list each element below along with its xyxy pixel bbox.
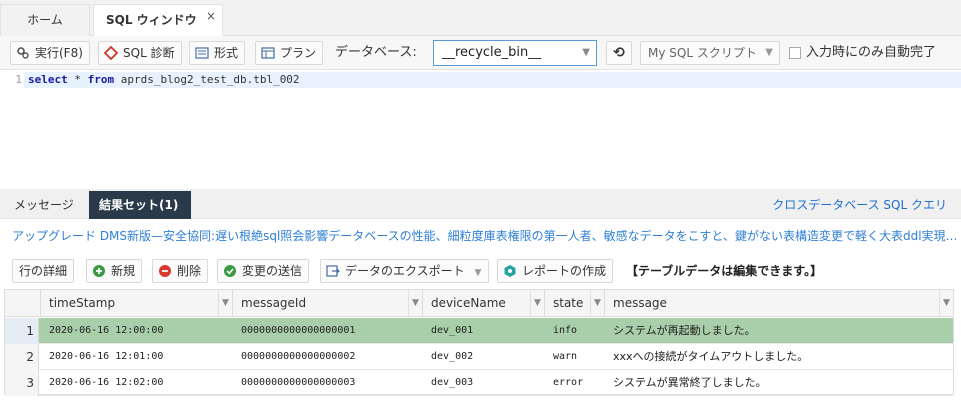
diagnose-icon <box>104 46 118 60</box>
export-icon <box>326 265 340 277</box>
chevron-down-icon: ▼ <box>474 268 482 278</box>
run-icon <box>17 47 29 59</box>
table-cell[interactable]: 0000000000000000001 <box>233 318 423 344</box>
plan-label: プラン <box>280 46 317 60</box>
table-cell[interactable]: info <box>545 318 605 344</box>
refresh-button[interactable]: ⟲ <box>606 41 632 65</box>
plan-button[interactable]: プラン <box>255 41 324 65</box>
code-line[interactable]: select * from aprds_blog2_test_db.tbl_00… <box>24 72 961 88</box>
row-detail-button[interactable]: 行の詳細 <box>12 259 75 283</box>
sql-diagnose-label: SQL 診断 <box>123 46 175 60</box>
sql-toolbar: 実行(F8) SQL 診断 形式 プラン データベース: __recycle_b… <box>0 36 961 70</box>
data-export-label: データのエクスポート <box>345 264 465 278</box>
my-sql-script-label: My SQL スクリプト <box>648 46 757 60</box>
table-cell[interactable]: dev_003 <box>423 370 545 396</box>
tab-sql-window-label: SQL ウィンドウ <box>106 13 197 27</box>
table-cell[interactable]: error <box>545 370 605 396</box>
table-row[interactable]: 2 2020-06-16 12:01:00 000000000000000000… <box>5 344 953 370</box>
column-header[interactable]: timeStamp ▼ <box>41 290 233 317</box>
editable-note: 【テーブルデータは編集できます。】 <box>626 264 823 278</box>
refresh-icon: ⟲ <box>613 45 625 61</box>
chevron-down-icon[interactable]: ▼ <box>939 290 953 317</box>
autocomplete-label: 入力時にのみ自動完了 <box>806 45 937 60</box>
database-select-value: __recycle_bin__ <box>442 45 542 60</box>
data-export-button[interactable]: データのエクスポート ▼ <box>320 259 489 283</box>
row-number: 1 <box>5 318 39 344</box>
format-label: 形式 <box>214 46 239 60</box>
column-header-label: deviceName <box>431 296 506 310</box>
report-icon <box>504 265 516 277</box>
editor-gutter: 1 <box>0 70 24 186</box>
result-grid: timeStamp ▼ messageId ▼ deviceName ▼ sta… <box>4 289 954 396</box>
code-table-name: aprds_blog2_test_db.tbl_002 <box>114 73 300 86</box>
column-header[interactable]: message ▼ <box>605 290 953 317</box>
chevron-down-icon[interactable]: ▼ <box>530 290 544 317</box>
submit-changes-button[interactable]: 変更の送信 <box>217 259 310 283</box>
column-header[interactable]: state ▼ <box>545 290 605 317</box>
sql-diagnose-button[interactable]: SQL 診断 <box>98 41 182 65</box>
column-header[interactable]: deviceName ▼ <box>423 290 545 317</box>
table-cell[interactable]: warn <box>545 344 605 370</box>
chevron-down-icon: ▼ <box>765 47 773 58</box>
database-label: データベース: <box>335 45 417 60</box>
column-header-label: message <box>613 296 667 310</box>
table-cell[interactable]: 2020-06-16 12:01:00 <box>41 344 233 370</box>
create-report-button[interactable]: レポートの作成 <box>497 259 614 283</box>
table-cell[interactable]: 2020-06-16 12:02:00 <box>41 370 233 396</box>
chevron-down-icon[interactable]: ▼ <box>590 290 604 317</box>
check-icon <box>224 265 236 277</box>
upgrade-banner-link[interactable]: アップグレード DMS新版—安全協同:遅い根絶sql照会影響データベースの性能、… <box>12 226 956 246</box>
format-button[interactable]: 形式 <box>189 41 246 65</box>
grid-header: timeStamp ▼ messageId ▼ deviceName ▼ sta… <box>5 290 953 317</box>
autocomplete-checkbox[interactable] <box>789 47 801 59</box>
row-number-header <box>5 290 41 317</box>
chevron-down-icon[interactable]: ▼ <box>218 290 232 317</box>
row-number: 2 <box>5 344 39 370</box>
tab-bar: ホーム SQL ウィンドウ × <box>0 0 961 36</box>
table-row[interactable]: 3 2020-06-16 12:02:00 000000000000000000… <box>5 370 953 396</box>
table-cell[interactable]: システムが再起動しました。 <box>605 318 953 344</box>
delete-row-label: 削除 <box>177 264 202 278</box>
line-number: 1 <box>15 73 22 86</box>
table-row[interactable]: 1 2020-06-16 12:00:00 000000000000000000… <box>5 318 953 344</box>
column-header-label: state <box>553 296 584 310</box>
table-cell[interactable]: dev_002 <box>423 344 545 370</box>
table-cell[interactable]: 2020-06-16 12:00:00 <box>41 318 233 344</box>
keyword-select: select <box>28 73 68 86</box>
run-button[interactable]: 実行(F8) <box>10 41 90 65</box>
row-number: 3 <box>5 370 39 396</box>
table-cell[interactable]: xxxへの接続がタイムアウトしました。 <box>605 344 953 370</box>
delete-row-button[interactable]: 削除 <box>152 259 209 283</box>
sql-editor[interactable]: 1 select * from aprds_blog2_test_db.tbl_… <box>0 70 961 186</box>
plus-icon <box>93 265 105 277</box>
tab-messages[interactable]: メッセージ <box>4 191 84 219</box>
my-sql-script-select[interactable]: My SQL スクリプト ▼ <box>640 41 780 65</box>
close-icon[interactable]: × <box>206 1 216 31</box>
keyword-from: from <box>87 73 115 86</box>
format-icon <box>195 47 209 59</box>
chevron-down-icon: ▼ <box>582 47 590 58</box>
tab-result-set[interactable]: 結果セット(1) <box>89 191 191 219</box>
column-header[interactable]: messageId ▼ <box>233 290 423 317</box>
column-header-label: messageId <box>241 296 307 310</box>
new-row-label: 新規 <box>111 264 136 278</box>
result-tab-bar: メッセージ 結果セット(1) クロスデータベース SQL クエリ <box>0 189 961 219</box>
column-header-label: timeStamp <box>49 296 116 310</box>
run-button-label: 実行(F8) <box>35 46 83 60</box>
table-cell[interactable]: dev_001 <box>423 318 545 344</box>
new-row-button[interactable]: 新規 <box>86 259 143 283</box>
table-cell[interactable]: システムが異常終了しました。 <box>605 370 953 396</box>
table-cell[interactable]: 0000000000000000002 <box>233 344 423 370</box>
chevron-down-icon[interactable]: ▼ <box>408 290 422 317</box>
database-select[interactable]: __recycle_bin__ ▼ <box>433 40 597 66</box>
minus-icon <box>159 265 171 277</box>
submit-changes-label: 変更の送信 <box>242 264 303 278</box>
cross-database-sql-link[interactable]: クロスデータベース SQL クエリ <box>772 191 947 219</box>
table-cell[interactable]: 0000000000000000003 <box>233 370 423 396</box>
create-report-label: レポートの作成 <box>522 264 607 278</box>
tab-home[interactable]: ホーム <box>0 4 90 36</box>
plan-icon <box>261 47 275 59</box>
code-star: * <box>67 73 88 86</box>
tab-sql-window[interactable]: SQL ウィンドウ × <box>93 4 223 36</box>
